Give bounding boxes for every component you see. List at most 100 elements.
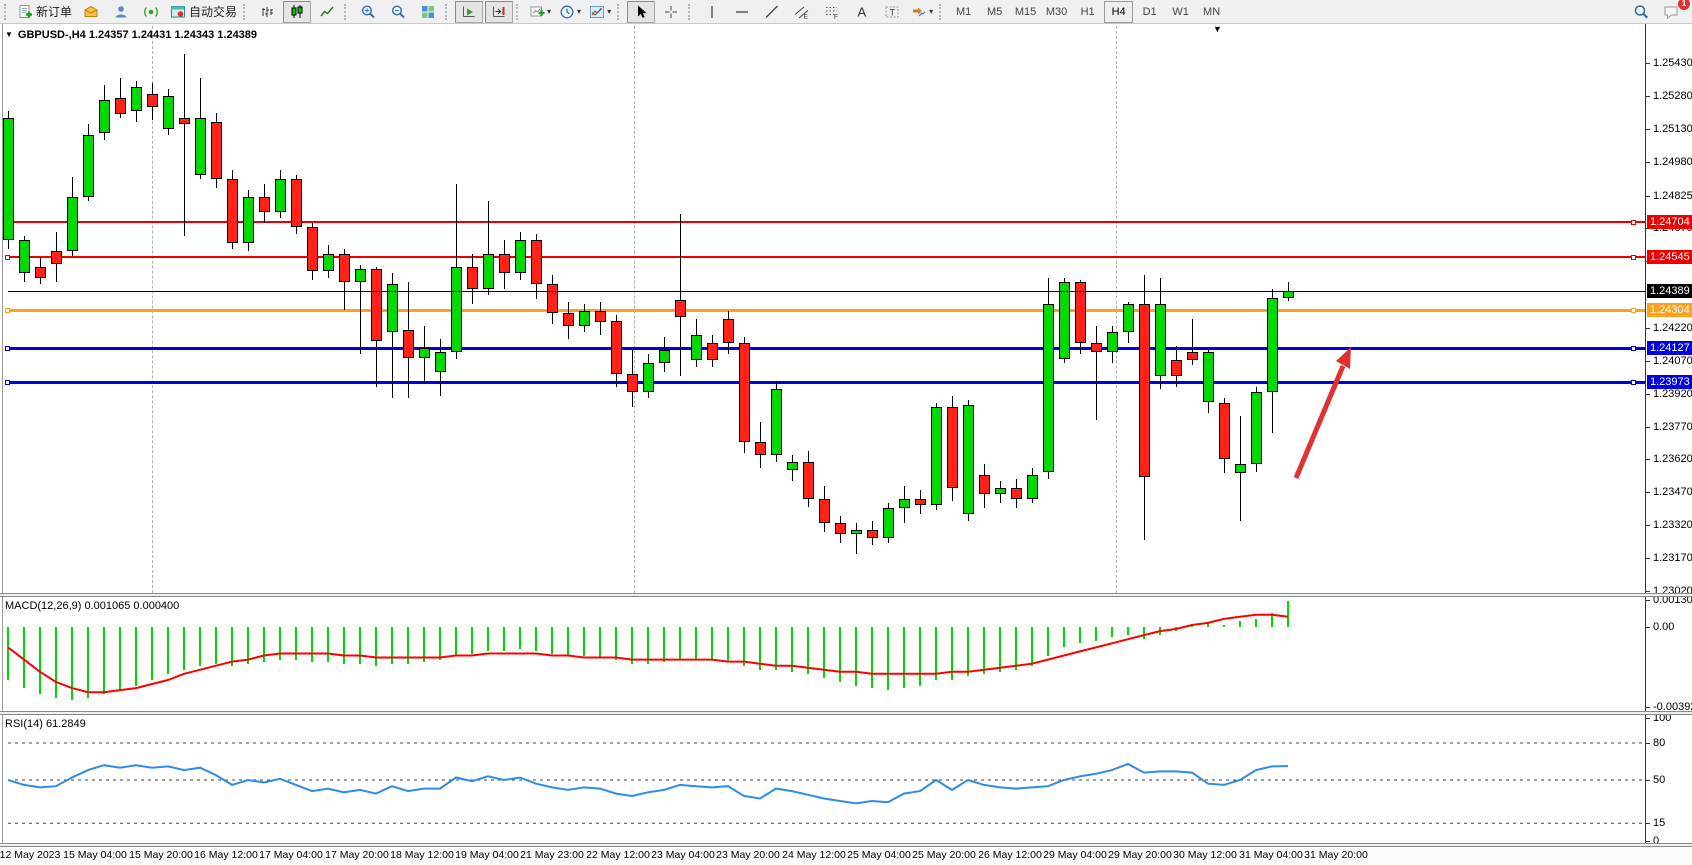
vertical-line-button[interactable] <box>698 1 726 23</box>
line-anchor-handle[interactable] <box>5 380 10 385</box>
toolbar-group-handle[interactable] <box>688 4 695 20</box>
macd-histogram-bar <box>759 627 761 670</box>
crosshair-icon <box>663 4 679 20</box>
timeframe-m15-button[interactable]: M15 <box>1011 1 1040 23</box>
autotrading-button[interactable]: 自动交易 <box>167 1 240 23</box>
macd-histogram-bar <box>839 627 841 682</box>
indicators-button[interactable]: ▾ <box>586 1 614 23</box>
date-tick-label: 12 May 2023 <box>0 849 60 861</box>
crosshair-button[interactable] <box>657 1 685 23</box>
candle <box>579 311 590 326</box>
trendline-button[interactable] <box>758 1 786 23</box>
axis-tick <box>1646 96 1650 97</box>
line-anchor-handle[interactable] <box>1631 380 1636 385</box>
line-anchor-handle[interactable] <box>1631 220 1636 225</box>
timeframe-d1-button[interactable]: D1 <box>1135 1 1164 23</box>
macd-histogram-bar <box>1111 627 1113 637</box>
horizontal-line-button[interactable] <box>728 1 756 23</box>
chart-shift-marker-icon[interactable]: ▼ <box>1213 24 1222 34</box>
date-axis[interactable]: 12 May 202315 May 04:0015 May 20:0016 Ma… <box>0 845 1692 865</box>
text-button[interactable]: A <box>848 1 876 23</box>
auto-scroll-button[interactable] <box>455 1 483 23</box>
horizontal-level-line[interactable] <box>8 347 1645 350</box>
bar-chart-button[interactable] <box>253 1 281 23</box>
chart-shift-icon <box>491 4 507 20</box>
chart-shift-button[interactable] <box>485 1 513 23</box>
toolbar-group-handle[interactable] <box>445 4 452 20</box>
line-anchor-handle[interactable] <box>5 346 10 351</box>
horizontal-level-line[interactable] <box>8 381 1645 384</box>
text-label-button[interactable]: T <box>878 1 906 23</box>
axis-tick <box>1646 427 1650 428</box>
dropdown-caret-icon[interactable]: ▾ <box>577 7 581 16</box>
fibonacci-button[interactable]: F <box>818 1 846 23</box>
toolbar-group-handle[interactable] <box>243 4 250 20</box>
profiles-button[interactable]: ▾ <box>556 1 584 23</box>
candle <box>819 499 830 523</box>
date-tick-label: 16 May 12:00 <box>194 849 258 861</box>
candle <box>515 240 526 273</box>
toolbar-group-handle[interactable] <box>617 4 624 20</box>
dropdown-caret-icon[interactable]: ▾ <box>607 7 611 16</box>
macd-histogram-bar <box>119 627 121 690</box>
toolbar-group-handle[interactable] <box>344 4 351 20</box>
search-icon <box>1633 4 1649 20</box>
timeframe-w1-button[interactable]: W1 <box>1166 1 1195 23</box>
mt4-application-window: 新订单自动交易▾▾▾EFAT▾M1M5M15M30H1H4D1W1MN1 ▼GB… <box>0 0 1692 865</box>
search-button[interactable] <box>1627 1 1655 23</box>
macd-histogram-bar <box>39 627 41 694</box>
chevron-down-icon[interactable]: ▼ <box>5 30 13 39</box>
toolbar-group-handle[interactable] <box>4 4 11 20</box>
macd-histogram-bar <box>407 627 409 664</box>
horizontal-level-line[interactable] <box>8 309 1645 312</box>
timeframe-m1-button[interactable]: M1 <box>949 1 978 23</box>
candlestick-chart-button[interactable] <box>283 1 311 23</box>
line-anchor-handle[interactable] <box>5 255 10 260</box>
panel-separator[interactable] <box>0 711 1692 715</box>
line-anchor-handle[interactable] <box>1631 255 1636 260</box>
timeframe-m30-button[interactable]: M30 <box>1042 1 1071 23</box>
profiles-icon <box>559 4 575 20</box>
date-tick-label: 15 May 04:00 <box>63 849 127 861</box>
macd-histogram-bar <box>1207 623 1209 627</box>
new-order-button[interactable]: 新订单 <box>14 1 75 23</box>
toolbar-group-handle[interactable] <box>939 4 946 20</box>
timeframe-mn-button[interactable]: MN <box>1197 1 1226 23</box>
timeframe-m5-button[interactable]: M5 <box>980 1 1009 23</box>
zoom-out-button[interactable] <box>384 1 412 23</box>
macd-histogram-bar <box>1079 627 1081 643</box>
rsi-label: RSI(14) 61.2849 <box>5 718 86 730</box>
horizontal-level-line[interactable] <box>8 256 1645 258</box>
line-anchor-handle[interactable] <box>1631 308 1636 313</box>
tile-windows-button[interactable] <box>414 1 442 23</box>
dropdown-caret-icon[interactable]: ▾ <box>547 7 551 16</box>
mail-button[interactable] <box>77 1 105 23</box>
zoom-in-button[interactable] <box>354 1 382 23</box>
candle <box>547 284 558 313</box>
candle <box>915 499 926 506</box>
timeframe-h4-button[interactable]: H4 <box>1104 1 1133 23</box>
line-chart-button[interactable] <box>313 1 341 23</box>
dropdown-caret-icon[interactable]: ▾ <box>929 7 933 16</box>
panel-separator[interactable] <box>0 843 1692 847</box>
rsi-line <box>8 764 1288 803</box>
equidistant-channel-button[interactable]: E <box>788 1 816 23</box>
date-tick-label: 29 May 04:00 <box>1043 849 1107 861</box>
toolbar-group-handle[interactable] <box>516 4 523 20</box>
macd-tick-label: 0.00 <box>1653 621 1674 633</box>
macd-histogram-bar <box>775 627 777 670</box>
toolbar: 新订单 自动交易 ▾ ▾ ▾ EFAT ▾ M1M5M15M30H1H4D1W1MN 1 <box>0 0 1692 24</box>
panel-separator[interactable] <box>0 593 1692 597</box>
notifications-button[interactable]: 1 <box>1657 1 1685 23</box>
line-anchor-handle[interactable] <box>1631 346 1636 351</box>
candle <box>1027 475 1038 499</box>
macd-histogram-bar <box>503 627 505 651</box>
timeframe-h1-button[interactable]: H1 <box>1073 1 1102 23</box>
news-button[interactable] <box>137 1 165 23</box>
cursor-button[interactable] <box>627 1 655 23</box>
new-chart-button[interactable]: ▾ <box>526 1 554 23</box>
community-button[interactable] <box>107 1 135 23</box>
arrows-button[interactable]: ▾ <box>908 1 936 23</box>
candle <box>243 197 254 243</box>
line-anchor-handle[interactable] <box>5 308 10 313</box>
